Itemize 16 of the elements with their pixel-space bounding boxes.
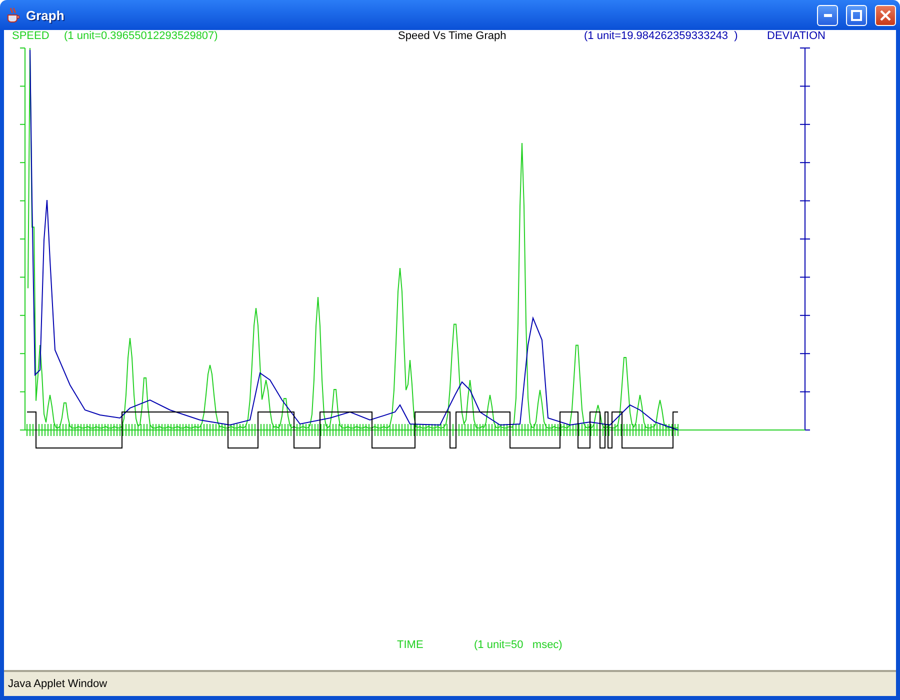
close-button[interactable] bbox=[875, 4, 896, 26]
status-text: Java Applet Window bbox=[8, 678, 108, 690]
deviation-unit-label: (1 unit=19.984262359333243 ) bbox=[584, 30, 738, 43]
deviation-axis-label: DEVIATION bbox=[767, 30, 826, 43]
window-title: Graph bbox=[26, 8, 66, 22]
maximize-icon bbox=[851, 10, 862, 20]
cup-icon bbox=[6, 7, 20, 23]
maximize-button[interactable] bbox=[846, 4, 867, 26]
time-axis-label: TIME bbox=[397, 639, 424, 652]
graph-title: Speed Vs Time Graph bbox=[398, 30, 506, 43]
speed-axis-label: SPEED bbox=[12, 30, 50, 43]
close-icon bbox=[880, 10, 891, 20]
minimize-button[interactable] bbox=[817, 4, 838, 26]
speed-unit-label: (1 unit=0.39655012293529807) bbox=[64, 30, 218, 43]
minimize-icon bbox=[824, 14, 832, 16]
time-unit-label: (1 unit=50 msec) bbox=[474, 639, 562, 652]
